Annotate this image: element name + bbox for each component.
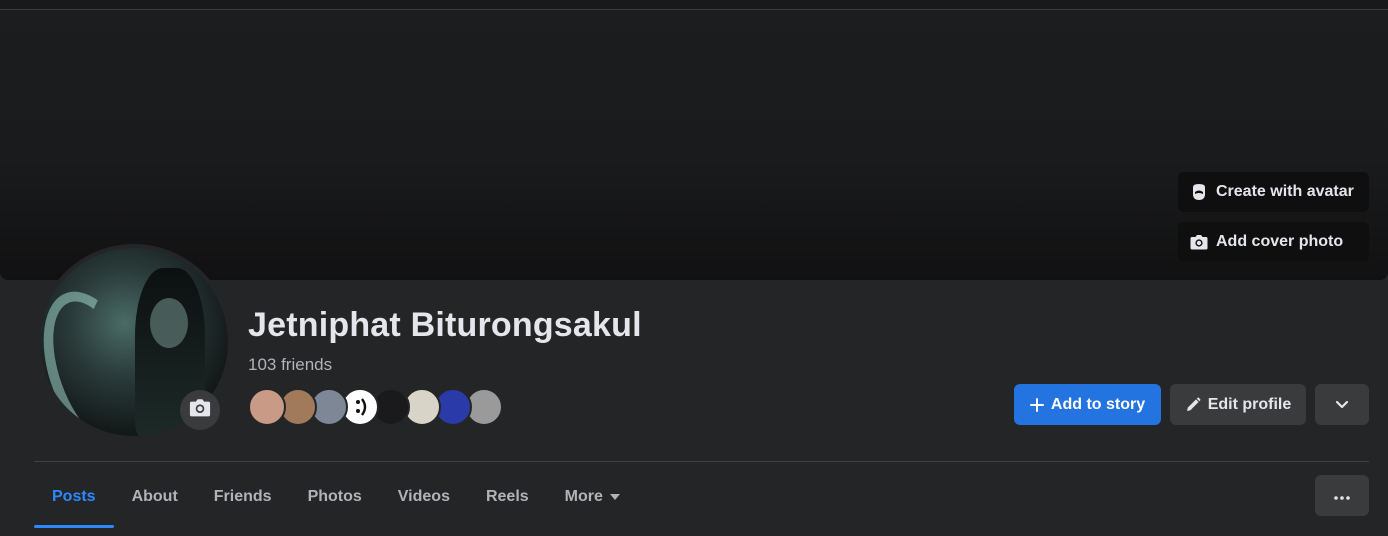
pencil-icon xyxy=(1185,397,1201,413)
plus-icon xyxy=(1029,397,1044,412)
add-cover-photo-button[interactable]: Add cover photo xyxy=(1178,222,1369,262)
edit-profile-label: Edit profile xyxy=(1207,395,1292,413)
tab-friends[interactable]: Friends xyxy=(196,468,290,525)
caret-down-icon xyxy=(609,493,620,500)
tab-reels[interactable]: Reels xyxy=(468,468,547,525)
add-to-story-button[interactable]: Add to story xyxy=(1014,384,1161,425)
tab-label: About xyxy=(131,487,178,505)
tab-about[interactable]: About xyxy=(114,468,196,525)
avatar-icon xyxy=(1190,183,1208,201)
top-bar-edge xyxy=(0,0,1388,10)
camera-icon xyxy=(1190,233,1208,251)
tab-more[interactable]: More xyxy=(547,468,638,525)
friend-avatar-1-icon[interactable] xyxy=(248,388,286,426)
edit-profile-button[interactable]: Edit profile xyxy=(1170,384,1306,425)
tab-label: Posts xyxy=(52,487,96,505)
ellipsis-icon xyxy=(1334,487,1350,505)
tab-label: Videos xyxy=(397,487,450,505)
tab-label: More xyxy=(564,487,603,505)
chevron-down-icon xyxy=(1335,396,1349,414)
profile-name: Jetniphat Biturongsakul xyxy=(248,306,642,344)
tab-label: Reels xyxy=(485,487,529,505)
tab-photos[interactable]: Photos xyxy=(290,468,380,525)
camera-icon xyxy=(189,398,211,422)
profile-tabs: Posts About Friends Photos Videos Reels More xyxy=(34,468,638,528)
tab-label: Photos xyxy=(307,487,362,505)
tab-label: Friends xyxy=(213,487,272,505)
more-options-button[interactable] xyxy=(1315,475,1369,516)
create-with-avatar-label: Create with avatar xyxy=(1216,183,1354,200)
add-cover-photo-label: Add cover photo xyxy=(1216,233,1344,250)
friends-count-link[interactable]: 103 friends xyxy=(248,355,332,375)
create-with-avatar-button[interactable]: Create with avatar xyxy=(1178,172,1369,212)
tab-posts[interactable]: Posts xyxy=(34,468,114,528)
tab-videos[interactable]: Videos xyxy=(380,468,468,525)
profile-options-dropdown-button[interactable] xyxy=(1315,384,1369,425)
profile-header-divider xyxy=(34,461,1369,462)
add-to-story-label: Add to story xyxy=(1050,395,1146,413)
update-profile-picture-button[interactable] xyxy=(180,390,220,430)
